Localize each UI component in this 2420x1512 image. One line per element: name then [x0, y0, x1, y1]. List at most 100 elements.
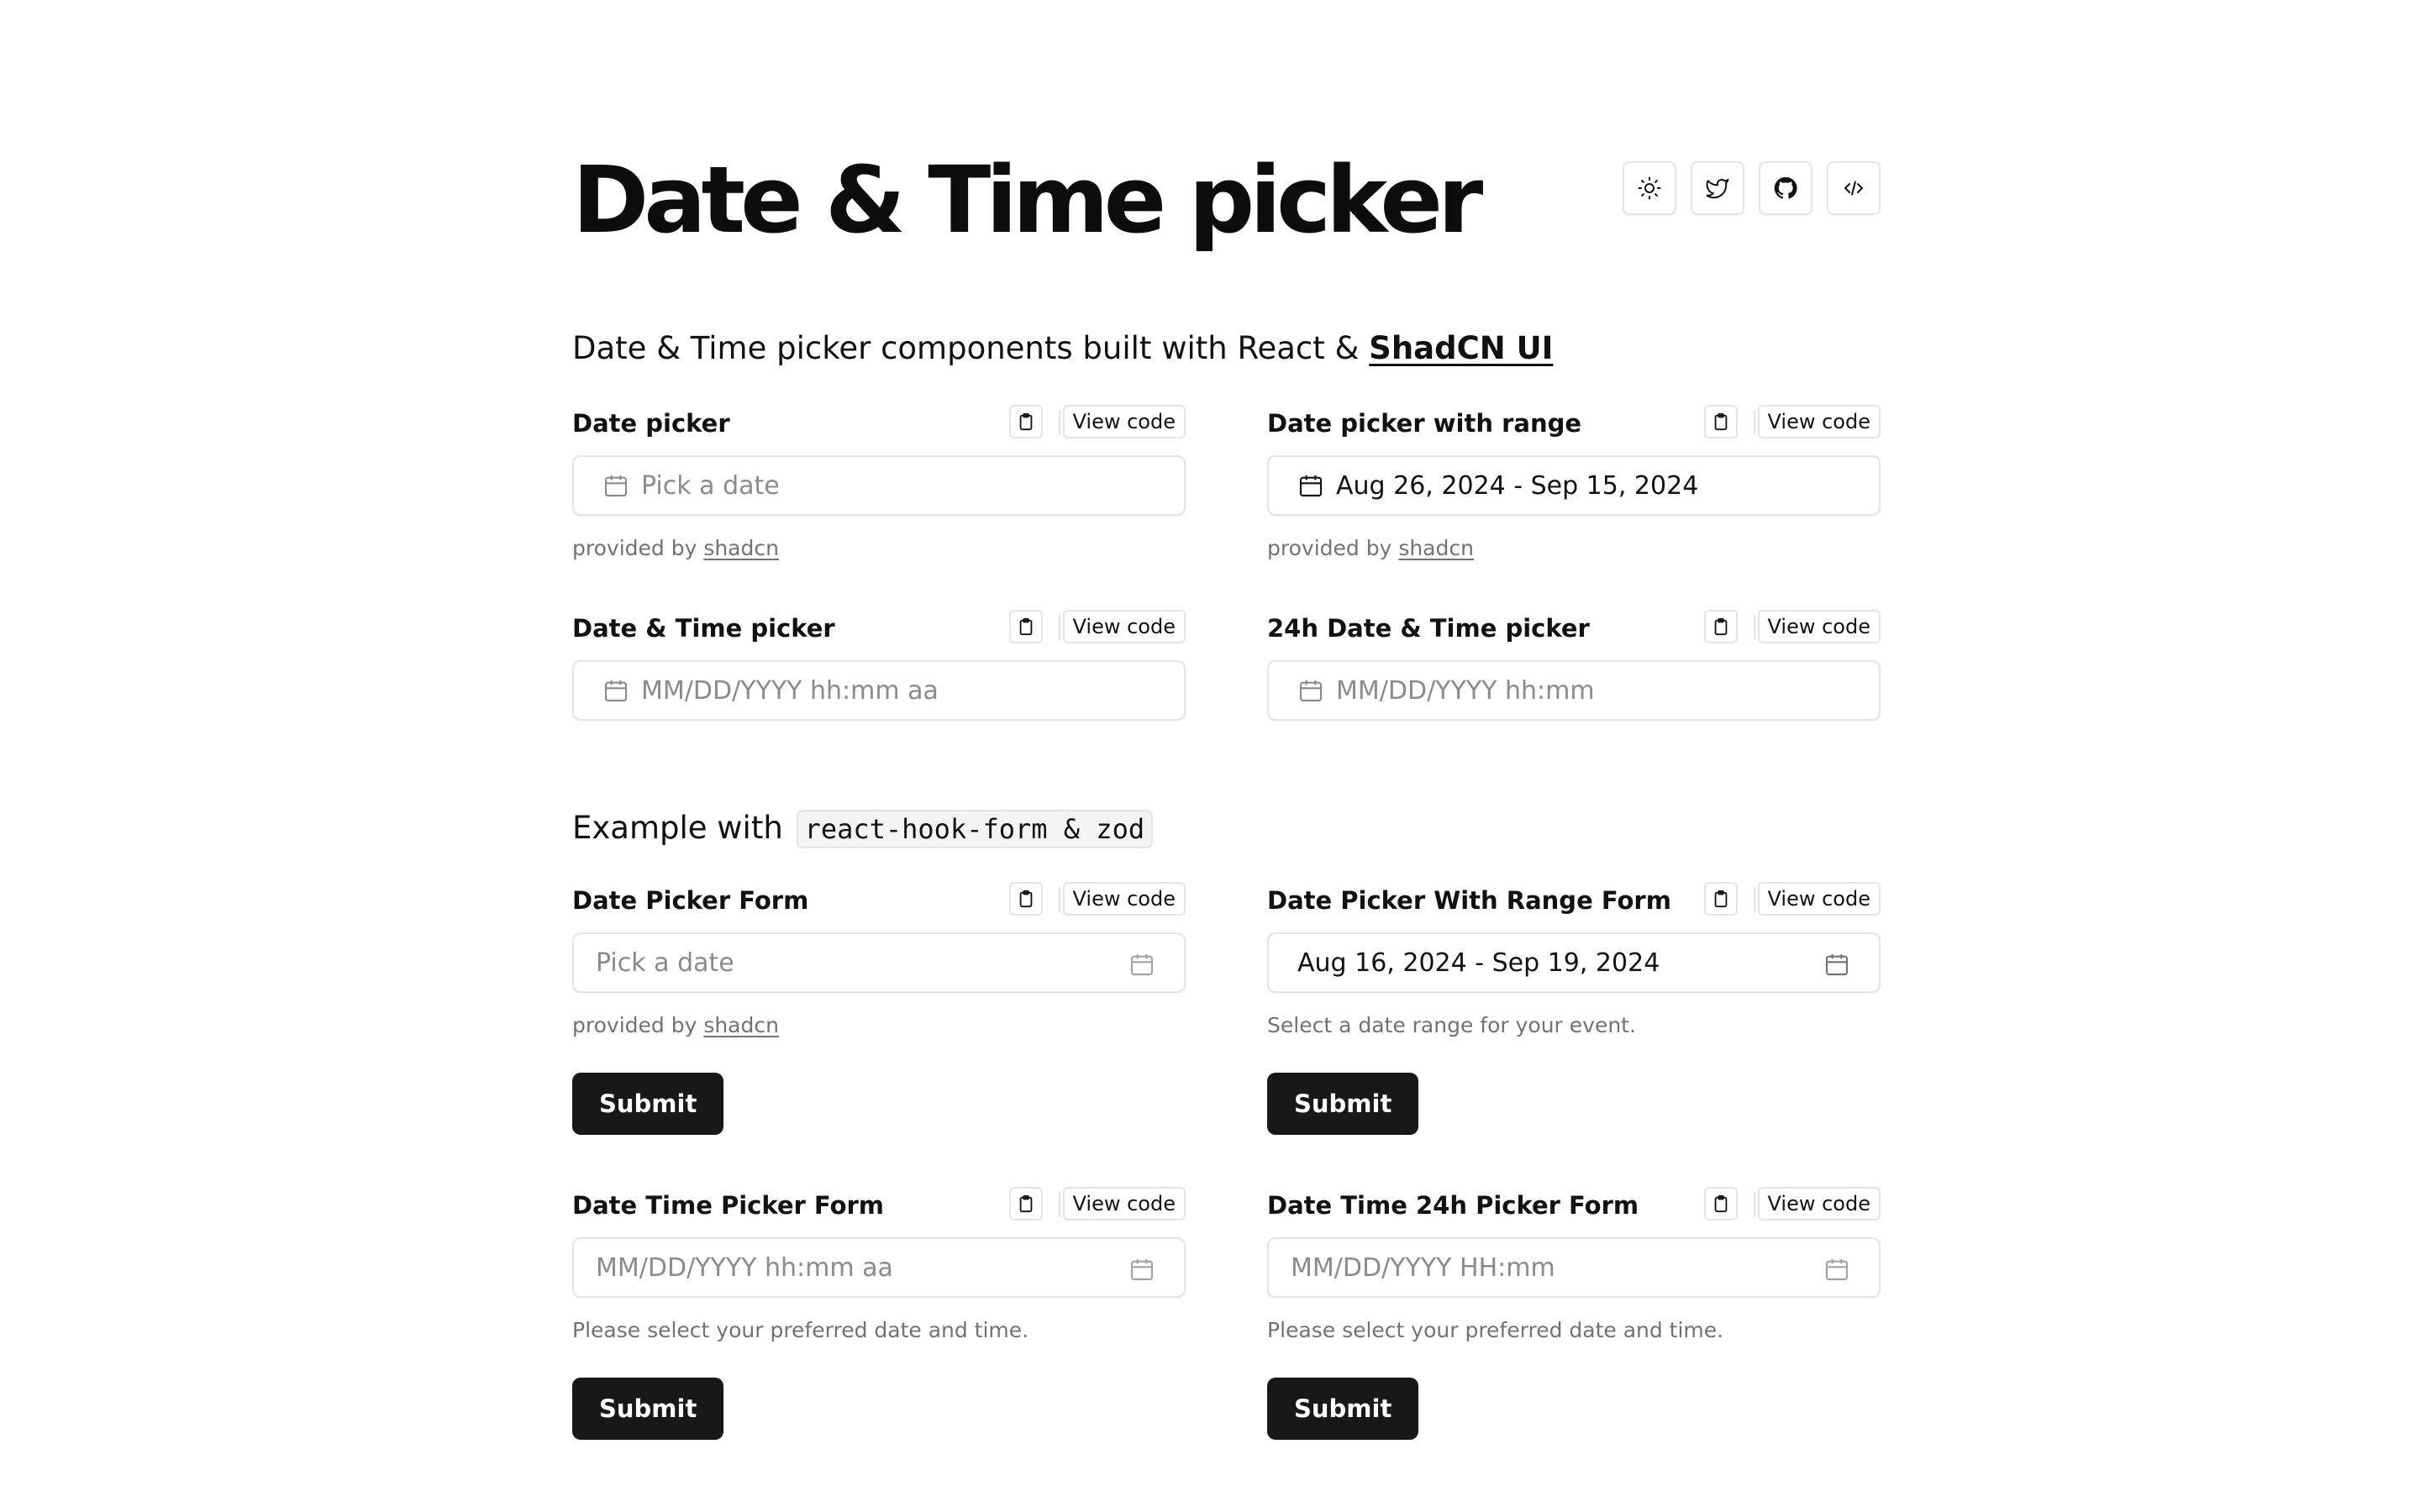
submit-button[interactable]: Submit [572, 1378, 724, 1440]
datetime24-form-description: Please select your preferred date and ti… [1267, 1318, 1724, 1342]
calendar-icon [1825, 1259, 1849, 1281]
clipboard-icon [1019, 890, 1033, 908]
theme-toggle-button[interactable] [1623, 161, 1676, 215]
date-range-trigger[interactable]: Aug 26, 2024 - Sep 15, 2024 [1267, 455, 1881, 516]
clipboard-icon [1019, 412, 1033, 431]
view-code-button[interactable]: View code [1062, 882, 1186, 916]
calendar-icon [1299, 475, 1323, 497]
clipboard-icon [1714, 1194, 1728, 1213]
datetime-picker-card: Date & Time picker View code MM/DD/YYYY … [572, 610, 1186, 721]
card-label: 24h Date & Time picker [1267, 614, 1590, 643]
datetime-picker-trigger[interactable]: MM/DD/YYYY hh:mm aa [572, 660, 1186, 721]
github-icon [1774, 176, 1797, 199]
calendar-icon [1130, 954, 1154, 976]
clipboard-icon [1714, 412, 1728, 431]
datetime-form-description: Please select your preferred date and ti… [572, 1318, 1029, 1342]
card-label: Date Picker Form [572, 886, 809, 915]
clipboard-icon [1019, 1194, 1033, 1213]
date-range-value: Aug 26, 2024 - Sep 15, 2024 [1336, 470, 1699, 501]
divider [1059, 1192, 1060, 1217]
divider [1059, 887, 1060, 912]
date-picker-placeholder: Pick a date [641, 470, 780, 501]
page-container: Date & Time picker Date & Time picker co… [572, 0, 1881, 1512]
shadcn-link[interactable]: shadcn [703, 536, 779, 560]
date-picker-trigger[interactable]: Pick a date [572, 455, 1186, 516]
divider [1059, 615, 1060, 640]
view-code-button[interactable]: View code [1757, 1187, 1881, 1221]
date-picker-card: Date picker View code Pick a date provid… [572, 405, 1186, 560]
datetime24-form-card: Date Time 24h Picker Form View code MM/D… [1267, 1187, 1881, 1440]
copy-button[interactable] [1009, 882, 1043, 916]
submit-button[interactable]: Submit [1267, 1378, 1419, 1440]
view-code-button[interactable]: View code [1062, 1187, 1186, 1221]
view-code-button[interactable]: View code [1757, 882, 1881, 916]
twitter-icon [1706, 179, 1729, 199]
datetime-form-placeholder: MM/DD/YYYY hh:mm aa [596, 1252, 893, 1283]
section-title-text: Example with [572, 810, 793, 846]
shadcn-ui-link[interactable]: ShadCN UI [1369, 330, 1553, 366]
submit-button[interactable]: Submit [572, 1073, 724, 1135]
card-label: Date & Time picker [572, 614, 835, 643]
card-label: Date picker [572, 409, 730, 438]
datetime24-form-trigger[interactable]: MM/DD/YYYY HH:mm [1267, 1237, 1881, 1298]
forms-section-title: Example with react-hook-form & zod [572, 805, 1154, 853]
view-code-button[interactable]: View code [1757, 610, 1881, 643]
range-form-description: Select a date range for your event. [1267, 1013, 1636, 1037]
calendar-icon [604, 680, 628, 702]
view-code-button[interactable]: View code [1757, 405, 1881, 438]
calendar-icon [1299, 680, 1323, 702]
datetime24-placeholder: MM/DD/YYYY hh:mm [1336, 675, 1595, 706]
range-form-trigger[interactable]: Aug 16, 2024 - Sep 19, 2024 [1267, 932, 1881, 993]
provided-by-label: provided by [1267, 536, 1399, 560]
divider [1059, 410, 1060, 435]
copy-button[interactable] [1704, 882, 1738, 916]
date-form-trigger[interactable]: Pick a date [572, 932, 1186, 993]
code-icon [1844, 181, 1863, 196]
copy-button[interactable] [1009, 405, 1043, 438]
provided-by-text: provided by shadcn [572, 1011, 779, 1040]
shadcn-link[interactable]: shadcn [1398, 536, 1474, 560]
subtitle-text: Date & Time picker components built with… [572, 330, 1370, 366]
copy-button[interactable] [1704, 405, 1738, 438]
date-range-form-card: Date Picker With Range Form View code Au… [1267, 882, 1881, 1135]
clipboard-icon [1714, 617, 1728, 636]
copy-button[interactable] [1704, 1187, 1738, 1221]
datetime-form-card: Date Time Picker Form View code MM/DD/YY… [572, 1187, 1186, 1440]
code-chip: react-hook-form & zod [796, 810, 1154, 848]
twitter-button[interactable] [1691, 161, 1744, 215]
date-picker-form-card: Date Picker Form View code Pick a date p… [572, 882, 1186, 1135]
card-label: Date picker with range [1267, 409, 1582, 438]
datetime-placeholder: MM/DD/YYYY hh:mm aa [641, 675, 939, 706]
datetime24-picker-trigger[interactable]: MM/DD/YYYY hh:mm [1267, 660, 1881, 721]
page-subtitle: Date & Time picker components built with… [572, 328, 1553, 370]
copy-button[interactable] [1704, 610, 1738, 643]
range-form-value: Aug 16, 2024 - Sep 19, 2024 [1297, 948, 1660, 978]
code-button[interactable] [1827, 161, 1881, 215]
header-actions [1623, 161, 1881, 215]
divider [1754, 1192, 1755, 1217]
submit-button[interactable]: Submit [1267, 1073, 1419, 1135]
github-button[interactable] [1759, 161, 1812, 215]
view-code-button[interactable]: View code [1062, 405, 1186, 438]
copy-button[interactable] [1009, 1187, 1043, 1221]
copy-button[interactable] [1009, 610, 1043, 643]
date-form-placeholder: Pick a date [596, 948, 734, 978]
divider [1754, 887, 1755, 912]
divider [1754, 410, 1755, 435]
datetime24-form-placeholder: MM/DD/YYYY HH:mm [1291, 1252, 1555, 1283]
provided-by-label: provided by [572, 1013, 704, 1037]
calendar-icon [1825, 954, 1849, 976]
provided-by-text: provided by shadcn [572, 534, 779, 563]
view-code-button[interactable]: View code [1062, 610, 1186, 643]
provided-by-text: provided by shadcn [1267, 534, 1474, 563]
datetime-form-trigger[interactable]: MM/DD/YYYY hh:mm aa [572, 1237, 1186, 1298]
datetime24-picker-card: 24h Date & Time picker View code MM/DD/Y… [1267, 610, 1881, 721]
divider [1754, 615, 1755, 640]
card-label: Date Time Picker Form [572, 1191, 885, 1220]
clipboard-icon [1714, 890, 1728, 908]
card-label: Date Time 24h Picker Form [1267, 1191, 1639, 1220]
shadcn-link[interactable]: shadcn [703, 1013, 779, 1037]
sun-icon [1638, 176, 1661, 200]
date-range-card: Date picker with range View code Aug 26,… [1267, 405, 1881, 560]
provided-by-label: provided by [572, 536, 704, 560]
